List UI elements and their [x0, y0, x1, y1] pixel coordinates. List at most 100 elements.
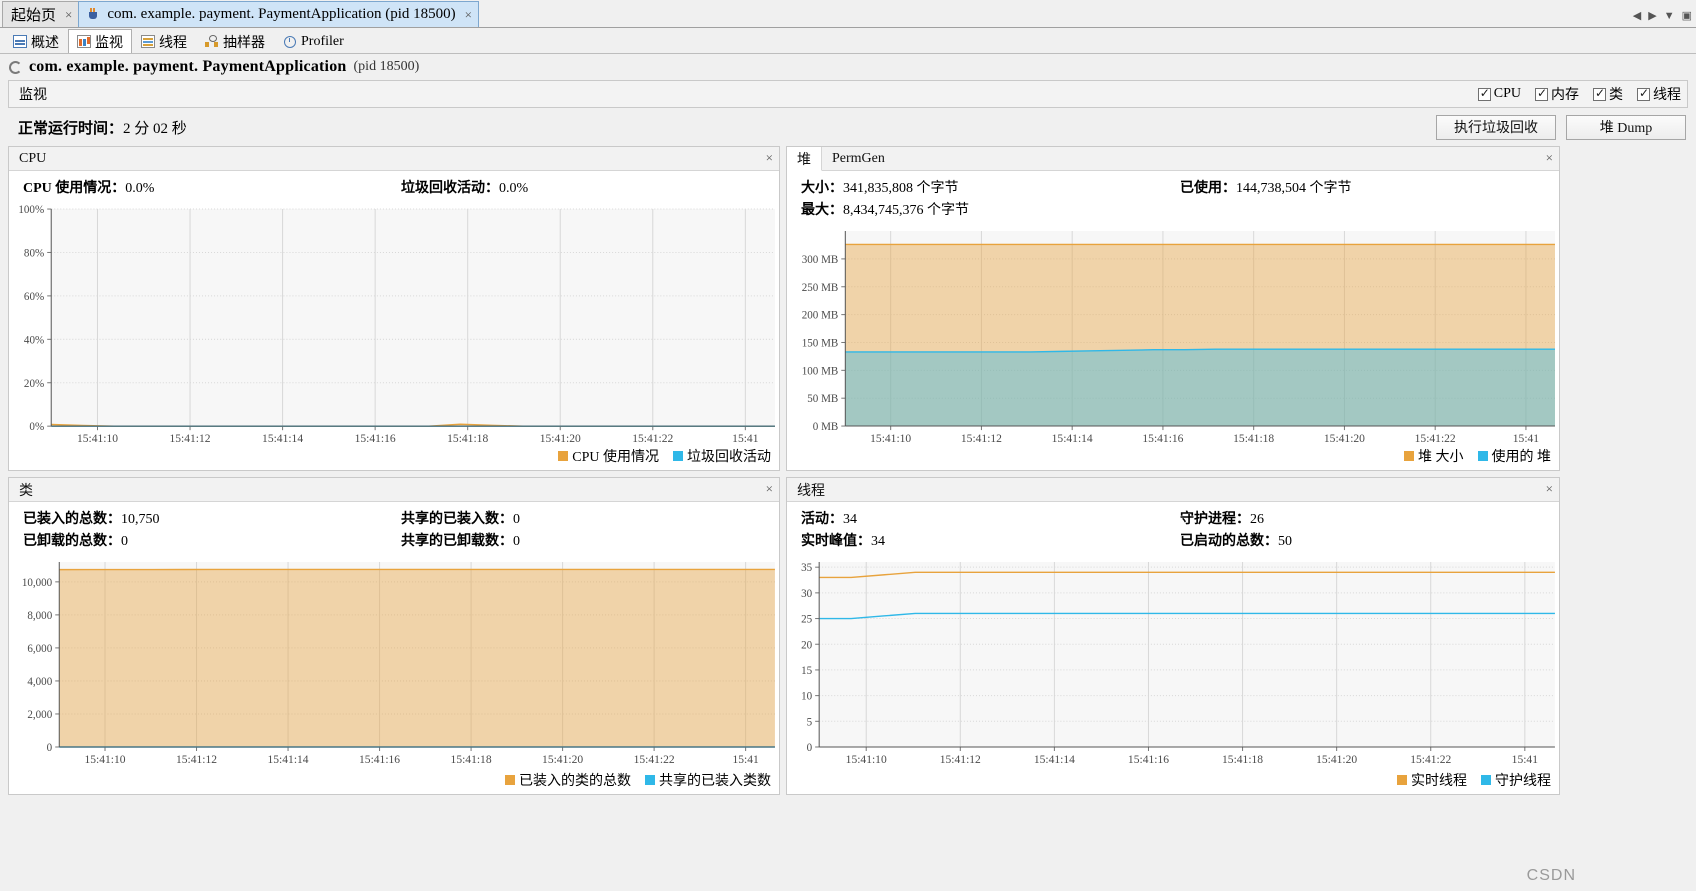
subtab-permgen[interactable]: PermGen: [822, 147, 895, 170]
tab-overview[interactable]: 概述: [4, 29, 68, 53]
heap-stat-col-2: 已使用：144,738,504 个字节: [1180, 177, 1559, 221]
heap-dump-button[interactable]: 堆 Dump: [1566, 114, 1686, 140]
svg-text:0 MB: 0 MB: [813, 421, 838, 433]
checkbox-box[interactable]: [1535, 86, 1548, 101]
java-cup-icon: [87, 7, 101, 22]
subtab-heap[interactable]: 堆: [787, 147, 822, 171]
checkbox-cpu[interactable]: CPU: [1477, 86, 1521, 102]
legend-swatch: [1477, 451, 1488, 461]
checkbox-label: 内存: [1551, 88, 1579, 103]
application-name: com. example. payment. PaymentApplicatio…: [29, 58, 347, 75]
checkbox-threads[interactable]: 线程: [1637, 84, 1681, 104]
heap-chart-area: 0 MB 50 MB 100 MB 150 MB 200 MB 250 MB 300 MB 1…: [787, 223, 1559, 445]
svg-text:15:41:12: 15:41:12: [170, 433, 211, 445]
cpu-stat-col-1: CPU 使用情况：0.0%: [23, 177, 401, 199]
cpu-chart-area: 0% 20% 40% 60% 80% 100% 15:41:10 15:41:12 15:41:…: [9, 201, 779, 445]
checkbox-memory[interactable]: 内存: [1535, 84, 1579, 104]
legend-swatch: [1481, 775, 1491, 785]
close-icon[interactable]: ×: [766, 150, 773, 166]
svg-text:0%: 0%: [29, 421, 44, 433]
svg-text:200 MB: 200 MB: [802, 310, 839, 322]
checkbox-label: 线程: [1653, 88, 1681, 103]
checkbox-box[interactable]: [1593, 86, 1606, 101]
threads-total-started-stat: 已启动的总数：50: [1180, 530, 1559, 550]
checkbox-box[interactable]: [1637, 86, 1650, 101]
close-icon[interactable]: ×: [62, 7, 72, 23]
tab-label: 线程: [159, 35, 187, 51]
monitor-checkbox-group: CPU 内存 类 线程: [1477, 84, 1681, 104]
heap-size-stat: 大小：341,835,808 个字节: [801, 177, 1180, 197]
svg-text:15:41:18: 15:41:18: [1222, 754, 1263, 766]
svg-text:0: 0: [47, 742, 53, 754]
overview-icon: [13, 35, 27, 48]
svg-text:15:41: 15:41: [1512, 754, 1539, 766]
svg-text:15:41:22: 15:41:22: [632, 433, 673, 445]
svg-text:15:41:20: 15:41:20: [1316, 754, 1357, 766]
cpu-stat-col-2: 垃圾回收活动：0.0%: [401, 177, 779, 199]
close-icon[interactable]: ×: [462, 7, 472, 23]
threads-chart-area: 0 5 10 15 20 25 30 35 15:41:10 15:41:12 15:41:14 15…: [787, 554, 1559, 768]
stat-label: CPU 使用情况：: [23, 181, 126, 196]
svg-text:50 MB: 50 MB: [807, 393, 838, 405]
classes-panel: 类 × 已装入的总数：10,750 已卸载的总数：0 共享的已装入数：0 共享的…: [8, 477, 780, 795]
checkbox-label: CPU: [1493, 86, 1521, 101]
visualvm-window: 起始页 × com. example. payment. PaymentAppl…: [0, 0, 1696, 891]
scroll-right-icon[interactable]: ▶: [1648, 9, 1656, 22]
cpu-chart[interactable]: 0% 20% 40% 60% 80% 100% 15:41:10 15:41:12 15:41:…: [9, 201, 779, 452]
svg-text:15:41:12: 15:41:12: [176, 754, 217, 766]
tab-payment-application[interactable]: com. example. payment. PaymentApplicatio…: [78, 1, 479, 27]
svg-text:15:41:14: 15:41:14: [1052, 433, 1093, 445]
threads-peak-stat: 实时峰值：34: [801, 530, 1180, 550]
threads-panel: 线程 × 活动：34 实时峰值：34 守护进程：26 已启动的总数：50 051…: [786, 477, 1560, 795]
uptime-value: 2 分 02 秒: [123, 120, 187, 137]
stat-value: 0: [513, 512, 520, 527]
close-icon[interactable]: ×: [1546, 150, 1553, 166]
close-icon[interactable]: ×: [1546, 481, 1553, 497]
classes-loaded-stat: 已装入的总数：10,750: [23, 508, 401, 528]
tab-start-page[interactable]: 起始页 ×: [2, 1, 80, 27]
svg-text:15:41: 15:41: [1513, 433, 1540, 445]
threads-panel-title: 线程: [797, 483, 825, 499]
tab-label: com. example. payment. PaymentApplicatio…: [107, 6, 456, 22]
tab-monitor[interactable]: 监视: [68, 29, 132, 53]
stat-label: 已使用：: [1180, 181, 1236, 196]
heap-chart[interactable]: 0 MB 50 MB 100 MB 150 MB 200 MB 250 MB 300 MB 1…: [787, 223, 1559, 452]
threads-chart[interactable]: 0 5 10 15 20 25 30 35 15:41:10 15:41:12 15:41:14 15…: [787, 554, 1559, 773]
classes-unloaded-stat: 已卸载的总数：0: [23, 530, 401, 550]
classes-stat-col-2: 共享的已装入数：0 共享的已卸载数：0: [401, 508, 779, 552]
classes-chart[interactable]: 0 2,000 4,000 6,000 8,000 10,000 15:41:10 15:41…: [9, 554, 779, 773]
stat-value: 0.0%: [125, 181, 155, 196]
svg-text:100 MB: 100 MB: [802, 365, 839, 377]
svg-text:0: 0: [807, 742, 813, 754]
stat-label: 大小：: [801, 181, 843, 196]
checkbox-box[interactable]: [1477, 86, 1491, 101]
svg-text:250 MB: 250 MB: [802, 282, 839, 294]
close-icon[interactable]: ×: [766, 481, 773, 497]
tab-threads[interactable]: 线程: [132, 29, 196, 53]
threads-live-stat: 活动：34: [801, 508, 1180, 528]
threads-stat-col-2: 守护进程：26 已启动的总数：50: [1180, 508, 1559, 552]
stat-value: 0.0%: [499, 181, 529, 196]
svg-text:15:41:20: 15:41:20: [540, 433, 581, 445]
cpu-panel: CPU × CPU 使用情况：0.0% 垃圾回收活动：0.0% 0% 20% 40%…: [8, 146, 780, 471]
stat-value: 10,750: [121, 512, 160, 527]
svg-text:15:41:22: 15:41:22: [1410, 754, 1451, 766]
heap-stats: 大小：341,835,808 个字节 最大：8,434,745,376 个字节 …: [787, 171, 1559, 223]
checkbox-label: 类: [1609, 88, 1623, 103]
cpu-panel-title: CPU: [19, 150, 47, 166]
tab-sampler[interactable]: 抽样器: [196, 29, 274, 53]
tab-profiler[interactable]: Profiler: [274, 29, 353, 53]
svg-text:15:41:12: 15:41:12: [961, 433, 1002, 445]
perform-gc-button[interactable]: 执行垃圾回收: [1436, 114, 1556, 140]
scroll-left-icon[interactable]: ◀: [1633, 9, 1641, 22]
tab-list-icon[interactable]: ▼: [1664, 10, 1675, 22]
maximize-icon[interactable]: ▣: [1682, 9, 1692, 22]
svg-text:40%: 40%: [24, 334, 44, 346]
legend-swatch: [505, 775, 515, 785]
action-buttons: 执行垃圾回收 堆 Dump: [1436, 114, 1686, 140]
svg-text:15:41:16: 15:41:16: [1128, 754, 1169, 766]
stat-value: 8,434,745,376 个字节: [843, 203, 969, 218]
checkbox-classes[interactable]: 类: [1593, 84, 1623, 104]
svg-text:15:41:12: 15:41:12: [940, 754, 981, 766]
svg-text:20%: 20%: [24, 378, 44, 390]
